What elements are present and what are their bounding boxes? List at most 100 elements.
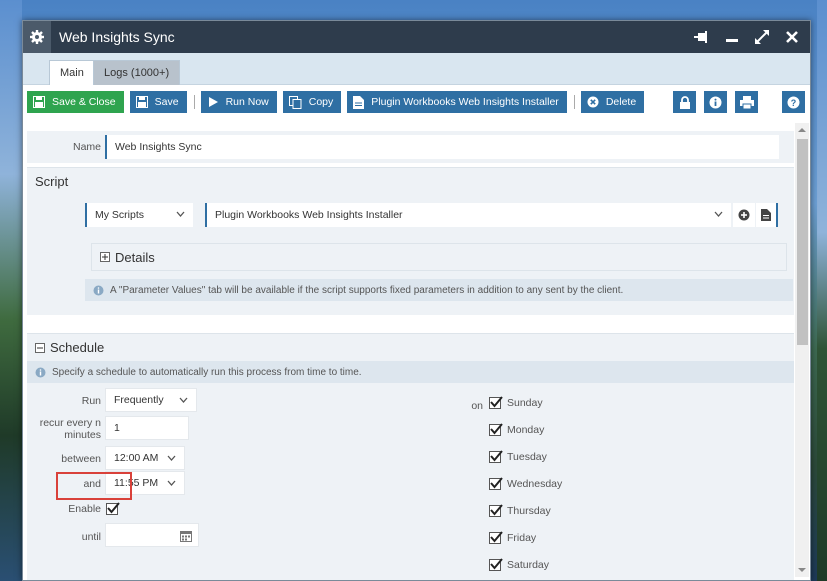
tab-logs[interactable]: Logs (1000+) [93,60,181,85]
installer-label: Plugin Workbooks Web Insights Installer [371,96,559,108]
day-checkbox[interactable] [489,531,503,544]
checkmark-icon [490,477,503,489]
day-label: Saturday [507,559,550,571]
tab-main[interactable]: Main [49,60,95,85]
toolbar: Save & Close Save Run Now Copy Plugin Wo… [23,85,810,119]
day-wednesday[interactable]: Wednesday [489,477,563,490]
on-label: on [471,400,483,412]
save-close-button[interactable]: Save & Close [27,91,124,113]
pin-icon[interactable] [694,29,710,45]
name-row: Name Web Insights Sync [27,131,794,163]
day-checkbox[interactable] [489,396,503,409]
name-input[interactable]: Web Insights Sync [105,135,779,159]
copy-icon [288,95,302,109]
schedule-section-header[interactable]: Schedule [27,333,794,361]
save-icon [33,96,45,108]
lock-button[interactable] [673,91,696,113]
toolbar-separator [193,95,195,109]
script-section: My Scripts Plugin Workbooks Web Insights… [27,195,794,315]
form-content: Name Web Insights Sync Script My Scripts… [27,129,794,580]
day-saturday[interactable]: Saturday [489,558,550,571]
save-label: Save [154,96,179,108]
vertical-scrollbar[interactable] [795,123,809,577]
day-checkbox[interactable] [489,423,503,436]
title-bar: Web Insights Sync [23,21,810,53]
scroll-thumb[interactable] [797,139,808,345]
until-label: until [81,531,101,543]
day-tuesday[interactable]: Tuesday [489,450,547,463]
day-monday[interactable]: Monday [489,423,545,436]
day-label: Monday [507,424,545,436]
chevron-down-icon [714,211,723,217]
save-icon [135,96,148,108]
script-section-header: Script [27,167,794,195]
scroll-up-icon[interactable] [797,125,807,135]
maximize-icon[interactable] [754,29,770,45]
script-info-bar: A "Parameter Values" tab will be availab… [85,279,793,301]
between-time-value: 12:00 AM [114,452,159,464]
name-label: Name [72,141,101,153]
day-sunday[interactable]: Sunday [489,396,543,409]
delete-icon [587,96,599,108]
help-button[interactable]: ? [782,91,805,113]
run-now-button[interactable]: Run Now [200,91,277,113]
chevron-down-icon [167,480,176,486]
run-label: Run [81,395,101,407]
svg-text:?: ? [791,98,797,108]
toolbar-separator [573,95,575,109]
print-button[interactable] [735,91,758,113]
close-icon[interactable] [784,29,800,45]
print-icon [739,95,754,109]
recur-label-line-2: minutes [64,429,101,441]
chevron-down-icon [179,397,188,403]
save-button[interactable]: Save [129,91,187,113]
between-label: between [61,453,101,465]
tab-bar: Main Logs (1000+) [23,53,810,85]
installer-button[interactable]: Plugin Workbooks Web Insights Installer [347,91,567,113]
day-label: Wednesday [507,478,563,490]
lock-icon [679,95,690,109]
delete-label: Delete [605,96,637,108]
desktop-background-right [817,0,827,581]
enable-checkbox[interactable] [106,502,120,515]
day-label: Thursday [507,505,551,517]
day-checkbox[interactable] [489,477,503,490]
scroll-down-icon[interactable] [797,565,807,575]
schedule-info-text: Specify a schedule to automatically run … [52,366,362,378]
day-checkbox[interactable] [489,504,503,517]
run-value: Frequently [114,394,164,406]
until-date-input[interactable] [105,523,199,547]
info-icon [709,96,722,108]
copy-button[interactable]: Copy [282,91,342,113]
copy-label: Copy [308,96,334,108]
calendar-icon[interactable] [180,530,192,542]
day-label: Tuesday [507,451,547,463]
day-thursday[interactable]: Thursday [489,504,551,517]
add-script-button[interactable] [733,203,755,227]
checkmark-icon [107,502,120,514]
script-category-select[interactable]: My Scripts [85,203,193,227]
minimize-icon[interactable] [724,29,740,45]
day-label: Friday [507,532,537,544]
day-friday[interactable]: Friday [489,531,537,544]
details-label: Details [115,249,155,265]
day-checkbox[interactable] [489,558,503,571]
checkmark-icon [490,504,503,516]
script-heading: Script [35,174,69,189]
info-button[interactable] [704,91,727,113]
recur-minutes-input[interactable]: 1 [105,416,189,440]
open-script-button[interactable] [756,203,778,227]
help-icon: ? [787,96,800,108]
between-time-select[interactable]: 12:00 AM [105,446,185,470]
delete-button[interactable]: Delete [580,91,645,113]
script-name-select[interactable]: Plugin Workbooks Web Insights Installer [205,203,731,227]
details-expander[interactable]: Details [91,243,787,271]
run-select[interactable]: Frequently [105,388,197,412]
document-icon [353,95,365,109]
save-close-label: Save & Close [52,96,116,108]
gear-icon[interactable] [23,21,51,53]
enable-label: Enable [68,503,101,515]
day-checkbox[interactable] [489,450,503,463]
info-icon [35,367,46,377]
collapse-icon [35,342,45,353]
